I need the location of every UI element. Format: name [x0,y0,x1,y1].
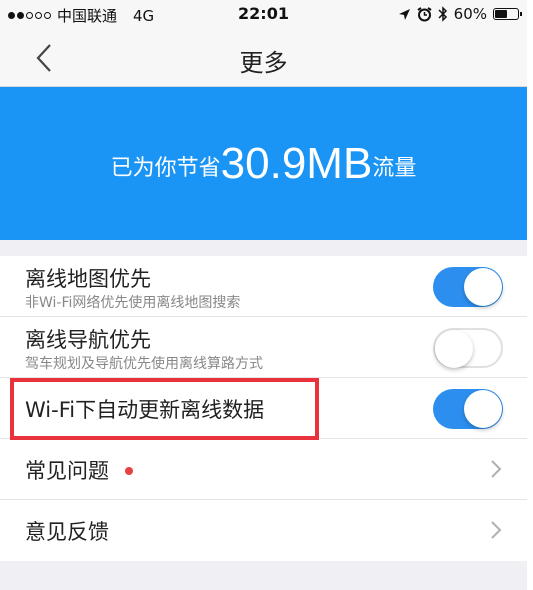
page-title: 更多 [239,49,288,77]
banner-text: 已为你节省30.9MB流量 [0,139,527,189]
data-saved-banner: 已为你节省30.9MB流量 [0,87,527,240]
battery-icon [493,8,522,20]
status-bar: 中国联通 4G 22:01 60% [0,0,527,30]
wifi-auto-update-toggle[interactable] [433,389,503,429]
banner-prefix: 已为你节省 [110,156,221,181]
faq-title: 常见问题 [25,459,109,483]
saved-amount: 30.9MB [220,139,373,188]
setting-offline-map: 离线地图优先 非Wi-Fi网络优先使用离线地图搜索 [0,256,527,317]
setting-subtitle: 驾车规划及导航优先使用离线算路方式 [25,356,263,372]
offline-map-toggle[interactable] [433,267,503,307]
status-right: 60% [398,5,522,23]
highlight-annotation [10,378,319,440]
feedback-item[interactable]: 意见反馈 [0,500,527,561]
setting-subtitle: 非Wi-Fi网络优先使用离线地图搜索 [25,295,241,311]
faq-title-wrap: 常见问题 [25,455,133,485]
alarm-icon [417,6,432,21]
setting-title: 离线地图优先 [25,267,151,291]
setting-title: 离线导航优先 [25,328,151,352]
page-margin [527,0,533,590]
location-arrow-icon [398,8,410,20]
setting-offline-nav: 离线导航优先 驾车规划及导航优先使用离线算路方式 [0,317,527,378]
chevron-right-icon [491,460,502,478]
battery-percent: 60% [453,5,487,23]
banner-suffix: 流量 [372,156,417,181]
battery-level [495,10,507,18]
nav-bar: 更多 [0,30,527,87]
app-screen: 中国联通 4G 22:01 60% 更多 已为你节省30.9MB流量 离线地图优… [0,0,527,590]
faq-item[interactable]: 常见问题 [0,439,527,500]
feedback-title: 意见反馈 [25,520,109,544]
chevron-right-icon [491,521,502,539]
bluetooth-icon [438,6,447,22]
new-badge-dot [125,467,133,475]
offline-nav-toggle[interactable] [433,328,503,368]
